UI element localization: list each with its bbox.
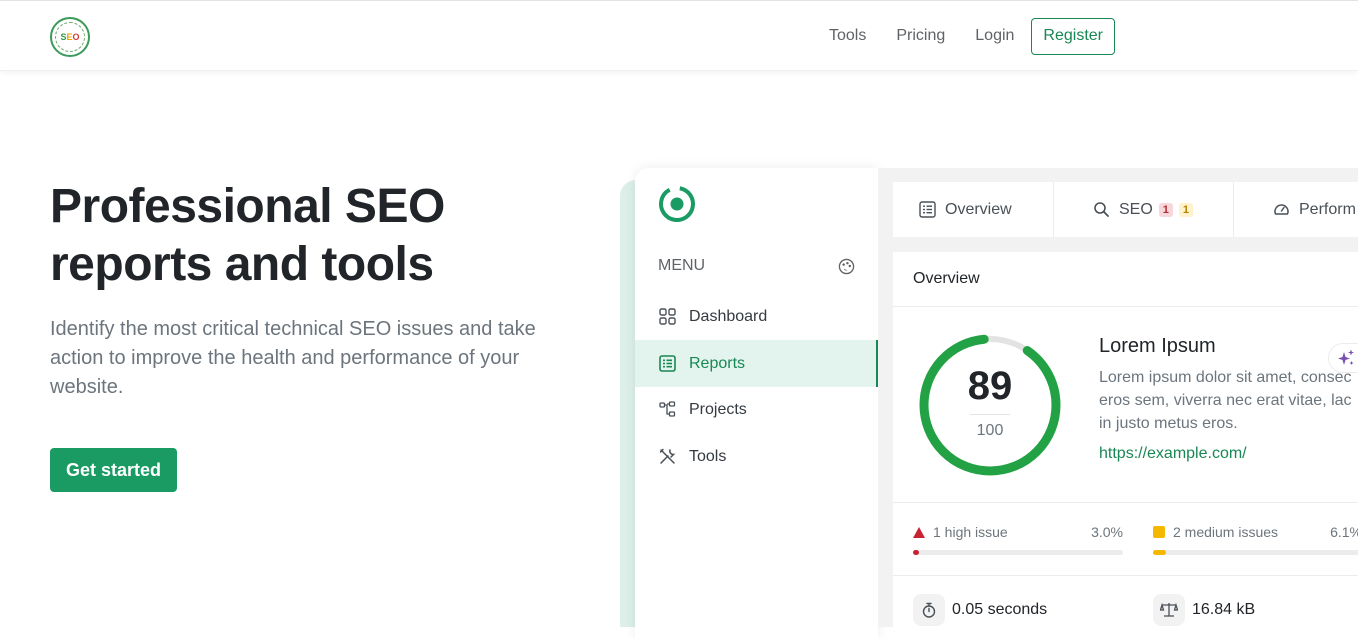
tab-label: Overview — [945, 200, 1012, 218]
score-divider — [970, 414, 1010, 415]
sidebar-item-label: Projects — [689, 400, 747, 418]
hero-title-line-2: reports and tools — [50, 238, 434, 291]
stat-value: 16.84 kB — [1192, 601, 1256, 618]
sidebar-item-dashboard[interactable]: Dashboard — [635, 293, 878, 340]
sidebar-item-projects[interactable]: Projects — [635, 386, 878, 433]
medium-issues-badge: 1 — [1178, 202, 1194, 217]
mockup-main: Overview SEO 1 1 Perform Overview 89 100… — [878, 168, 1358, 627]
page-size-stat: 16.84 kB — [1153, 594, 1255, 626]
issue-label: 1 high issue — [933, 524, 1008, 540]
site-url-link[interactable]: https://example.com/ — [1099, 445, 1247, 463]
register-button[interactable]: Register — [1031, 17, 1115, 55]
nav-pricing[interactable]: Pricing — [881, 27, 960, 45]
sidebar-item-label: Dashboard — [689, 307, 768, 325]
overview-card: Overview 89 100 Lorem Ipsum Lorem ipsum … — [893, 252, 1358, 627]
seo-logo[interactable]: SEO — [50, 17, 90, 57]
tab-seo[interactable]: SEO 1 1 — [1054, 182, 1234, 237]
nav-tools[interactable]: Tools — [814, 27, 881, 45]
app-logo-icon — [659, 186, 695, 222]
gauge-icon — [1273, 201, 1291, 219]
issue-bar-track — [1153, 550, 1358, 555]
medium-issues-meter[interactable]: 2 medium issues 6.1% — [1153, 524, 1358, 555]
overview-card-header: Overview — [893, 252, 1358, 307]
main-nav: Tools Pricing Login Register — [814, 17, 1115, 55]
hero-subtitle: Identify the most critical technical SEO… — [50, 318, 536, 398]
high-issues-meter[interactable]: 1 high issue 3.0% — [913, 524, 1123, 555]
search-icon — [1093, 201, 1111, 219]
seo-logo-badge: SEO — [55, 22, 85, 52]
issue-bar-fill — [913, 550, 920, 555]
issue-label: 2 medium issues — [1173, 524, 1279, 540]
sparkles-icon — [1338, 349, 1354, 365]
nav-login[interactable]: Login — [960, 27, 1029, 45]
stat-value: 0.05 seconds — [952, 601, 1048, 618]
issue-percent: 3.0% — [1091, 524, 1123, 540]
sidebar-item-label: Tools — [689, 447, 727, 465]
stopwatch-icon — [913, 594, 945, 626]
tab-label: Perform — [1299, 200, 1356, 218]
menu-label: MENU — [658, 257, 706, 274]
tab-label: SEO — [1119, 200, 1153, 218]
get-started-button[interactable]: Get started — [50, 448, 177, 492]
tab-overview[interactable]: Overview — [893, 182, 1054, 237]
ai-assist-button[interactable] — [1328, 343, 1358, 373]
sidebar-item-reports[interactable]: Reports — [635, 340, 878, 387]
score-value: 89 — [967, 364, 1013, 408]
scale-icon — [1153, 594, 1185, 626]
tab-performance[interactable]: Perform — [1234, 182, 1358, 237]
tools-icon — [658, 448, 676, 466]
issue-bar-fill — [1153, 550, 1167, 555]
card-divider — [893, 502, 1358, 503]
hero-title-line-1: Professional SEO — [50, 180, 445, 233]
list-report-icon — [658, 355, 676, 373]
site-header: SEO Tools Pricing Login Register — [0, 1, 1358, 71]
palette-icon[interactable] — [838, 258, 855, 275]
mockup-sidebar: MENU Dashboard Reports Projects Tools — [635, 168, 878, 638]
hero-title: Professional SEO reports and tools — [50, 178, 445, 294]
warning-triangle-icon — [913, 526, 925, 538]
sidebar-item-label: Reports — [689, 354, 746, 372]
hierarchy-icon — [658, 401, 676, 419]
report-tabs: Overview SEO 1 1 Perform — [893, 182, 1358, 237]
score-max: 100 — [976, 422, 1004, 439]
high-issues-badge: 1 — [1158, 202, 1173, 217]
issue-bar-track — [913, 550, 1123, 555]
grid-icon — [658, 308, 676, 326]
medium-square-icon — [1153, 526, 1165, 538]
site-title: Lorem Ipsum — [1099, 335, 1216, 357]
issue-percent: 6.1% — [1330, 524, 1358, 540]
sidebar-item-tools[interactable]: Tools — [635, 433, 878, 480]
list-report-icon — [919, 201, 937, 219]
site-description: Lorem ipsum dolor sit amet, consec eros … — [1099, 369, 1352, 432]
load-time-stat: 0.05 seconds — [913, 594, 1047, 626]
card-divider — [893, 575, 1358, 576]
